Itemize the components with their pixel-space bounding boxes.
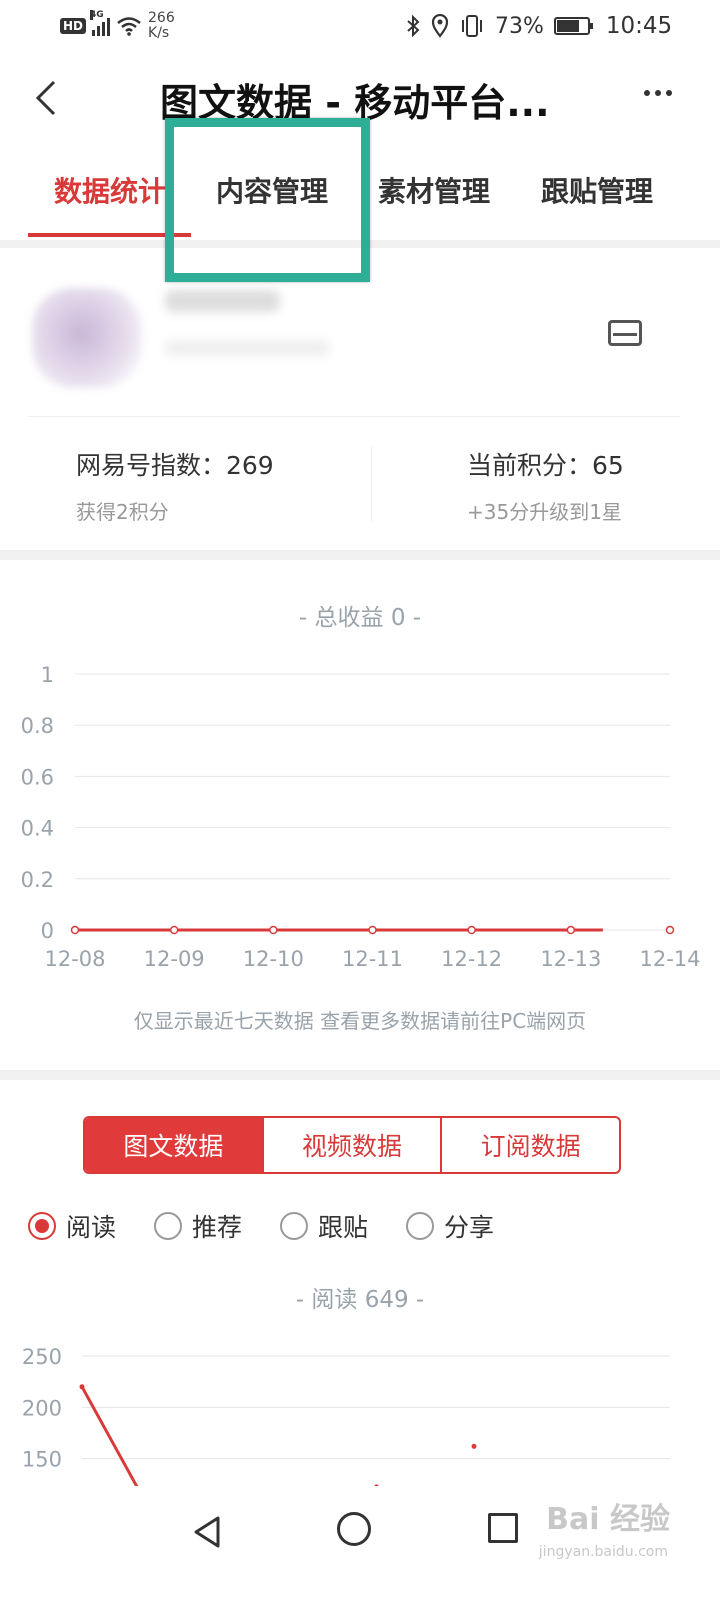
- read-chart: 150 200 250: [22, 1345, 670, 1486]
- index-label: 网易号指数：269: [76, 451, 274, 480]
- y-tick-label: 0: [41, 919, 54, 943]
- battery-level: [556, 20, 579, 32]
- watermark-url: jingyan.baidu.com: [538, 1544, 668, 1560]
- wifi-icon: [117, 17, 141, 36]
- nav-recent-apps-icon[interactable]: [488, 1513, 518, 1543]
- tab-material-management[interactable]: 素材管理: [378, 170, 490, 210]
- signal-icon: 4G: [90, 10, 111, 36]
- nav-back-icon[interactable]: [188, 1512, 228, 1552]
- vibrate-icon: [462, 15, 482, 37]
- profile-card: 网易号指数：269 获得2积分 当前积分：65 +35分升级到1星: [0, 248, 720, 550]
- y-tick-label: 0.8: [21, 714, 54, 738]
- x-tick-label: 12-10: [243, 947, 304, 971]
- y-tick-label: 150: [22, 1448, 62, 1472]
- read-data-card: 图文数据 视频数据 订阅数据 阅读 推荐 跟贴 分享 - 阅读 649 - 15…: [0, 1080, 720, 1500]
- read-chart-title: - 阅读 649 -: [295, 1287, 425, 1313]
- x-tick-label: 12-08: [44, 947, 105, 971]
- network-speed: 266 K/s: [148, 11, 175, 41]
- earnings-note: 仅显示最近七天数据 查看更多数据请前往PC端网页: [133, 1009, 587, 1033]
- status-right: 73% 10:45: [405, 13, 672, 39]
- y-tick-label: 0.2: [21, 868, 54, 892]
- location-icon: [431, 14, 449, 38]
- x-tick-label: 12-12: [441, 947, 502, 971]
- mail-icon[interactable]: [608, 320, 642, 346]
- account-desc-blurred: [165, 340, 330, 356]
- y-tick-label: 0.4: [21, 817, 54, 841]
- points-label: 当前积分：65: [467, 451, 624, 480]
- x-tick-label: 12-09: [144, 947, 205, 971]
- earnings-card: - 总收益 0 - 0 0.2 0.4 0.6 0.8 1 12-08 12-09 12-10 1…: [0, 560, 720, 1070]
- x-tick-label: 12-11: [342, 947, 403, 971]
- segment-article-data[interactable]: 图文数据: [85, 1118, 262, 1172]
- status-left: HD 4G 266 K/s: [60, 10, 175, 42]
- more-horizontal-icon[interactable]: [644, 90, 672, 96]
- y-tick-label: 0.6: [21, 765, 54, 789]
- y-tick-label: 250: [22, 1345, 62, 1369]
- hd-badge: HD: [60, 18, 87, 34]
- data-type-segment: 图文数据 视频数据 订阅数据: [83, 1116, 621, 1174]
- radio-recommend-label: 推荐: [192, 1213, 243, 1242]
- chevron-left-icon[interactable]: [32, 78, 62, 118]
- data-point: [70, 925, 80, 935]
- data-point: [566, 925, 576, 935]
- data-point: [269, 925, 278, 935]
- data-point: [79, 1384, 85, 1390]
- stat-divider: [371, 446, 372, 522]
- data-point: [368, 925, 377, 935]
- metric-radio-group: 阅读 推荐 跟贴 分享: [28, 1208, 494, 1244]
- x-tick-label: 12-13: [540, 947, 601, 971]
- tab-comment-management[interactable]: 跟贴管理: [541, 170, 653, 210]
- clock-time: 10:45: [605, 13, 673, 39]
- radio-checked-icon: [28, 1212, 56, 1240]
- watermark-logo: Bai 经验: [546, 1502, 670, 1537]
- radio-share-label: 分享: [444, 1213, 495, 1242]
- radio-comments[interactable]: 跟贴: [280, 1208, 368, 1244]
- series-line: [80, 1386, 139, 1486]
- battery-percent: 73%: [495, 13, 544, 39]
- bluetooth-icon: [407, 14, 420, 38]
- radio-unchecked-icon: [154, 1212, 183, 1240]
- points-sub: +35分升级到1星: [467, 500, 622, 524]
- radio-recommend[interactable]: 推荐: [154, 1208, 242, 1244]
- status-bar: HD 4G 266 K/s 73% 10:45: [0, 0, 720, 52]
- divider: [28, 416, 680, 417]
- data-point: [471, 1443, 477, 1449]
- index-stat[interactable]: 网易号指数：269 获得2积分: [76, 446, 274, 525]
- radio-unchecked-icon: [280, 1212, 309, 1240]
- radio-read-label: 阅读: [66, 1213, 117, 1242]
- speed-value: 266: [148, 10, 175, 26]
- y-tick-label: 200: [22, 1396, 62, 1420]
- segment-video-data[interactable]: 视频数据: [261, 1118, 441, 1172]
- network-gen-label: 4G: [90, 10, 104, 20]
- earnings-title: - 总收益 0 -: [298, 605, 422, 631]
- index-sub: 获得2积分: [76, 500, 169, 524]
- radio-unchecked-icon: [406, 1212, 435, 1240]
- radio-comments-label: 跟贴: [318, 1213, 369, 1242]
- battery-icon: [553, 17, 593, 35]
- segment-subscription-data[interactable]: 订阅数据: [440, 1118, 619, 1172]
- y-tick-label: 1: [41, 663, 54, 687]
- x-tick-label: 12-14: [639, 947, 700, 971]
- points-stat[interactable]: 当前积分：65 +35分升级到1星: [467, 446, 624, 525]
- data-point: [169, 925, 179, 935]
- tab-data-stats[interactable]: 数据统计: [54, 170, 166, 210]
- account-name-blurred: [165, 290, 280, 312]
- data-point: [374, 1484, 379, 1486]
- avatar[interactable]: [32, 288, 142, 388]
- radio-share[interactable]: 分享: [406, 1208, 494, 1244]
- speed-unit: K/s: [148, 25, 170, 41]
- system-nav-bar: Bai 经验 jingyan.baidu.com: [0, 1488, 720, 1600]
- data-point: [467, 925, 476, 935]
- nav-home-icon[interactable]: [337, 1512, 371, 1546]
- data-point: [665, 925, 675, 935]
- radio-read[interactable]: 阅读: [28, 1208, 116, 1244]
- highlight-annotation-box: [165, 118, 370, 282]
